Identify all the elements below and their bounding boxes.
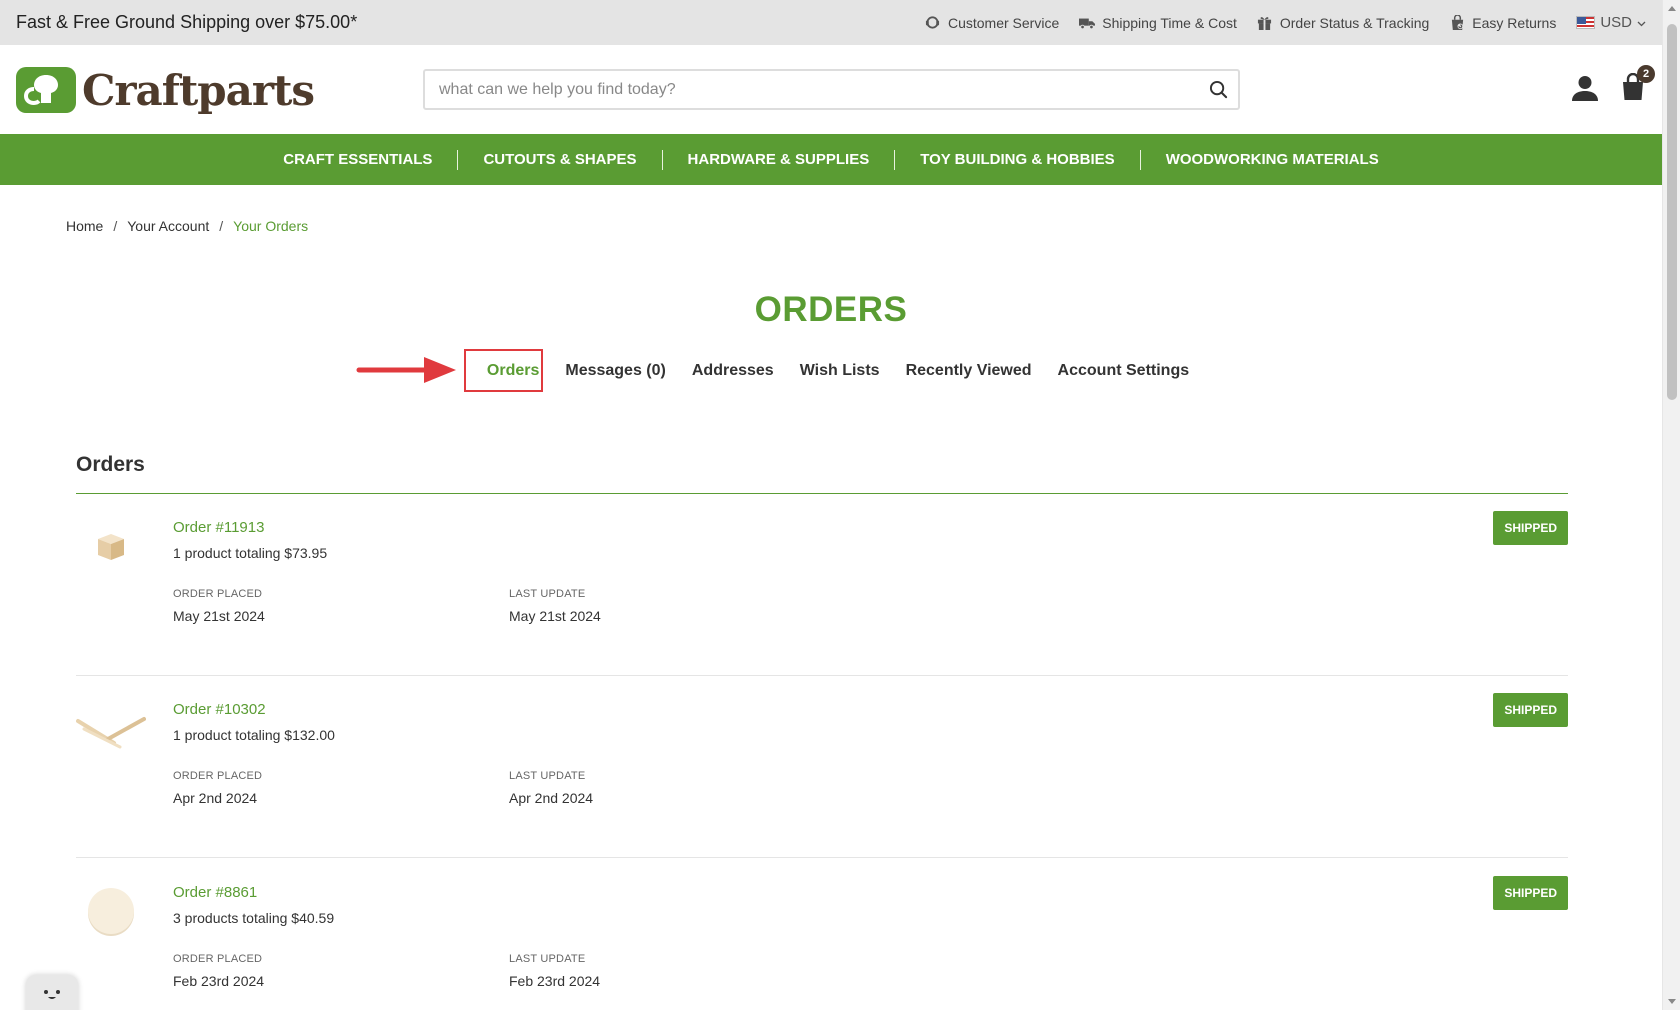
- account-button[interactable]: [1571, 75, 1599, 106]
- annotation-highlight-box: [464, 349, 543, 392]
- tab-account-settings[interactable]: Account Settings: [1045, 362, 1203, 380]
- headset-icon: [925, 15, 941, 31]
- nav-cutouts-shapes[interactable]: CUTOUTS & SHAPES: [458, 151, 661, 168]
- tab-wish-lists[interactable]: Wish Lists: [787, 362, 893, 380]
- last-update-label: LAST UPDATE: [509, 770, 586, 782]
- currency-label: USD: [1600, 14, 1632, 31]
- return-bag-icon: [1449, 14, 1465, 31]
- nav-craft-essentials[interactable]: CRAFT ESSENTIALS: [258, 151, 457, 168]
- scroll-up-icon[interactable]: [1668, 6, 1676, 11]
- order-total: 3 products totaling $40.59: [173, 910, 335, 926]
- order-number-link[interactable]: Order #11913: [173, 519, 264, 536]
- page-title: ORDERS: [754, 290, 908, 329]
- nav-hardware-supplies[interactable]: HARDWARE & SUPPLIES: [663, 151, 895, 168]
- breadcrumb-separator: /: [219, 218, 224, 234]
- site-logo[interactable]: Craftparts: [16, 65, 315, 115]
- order-placed-label: ORDER PLACED: [173, 588, 263, 600]
- status-badge: SHIPPED: [1493, 511, 1568, 545]
- order-status-tracking-label: Order Status & Tracking: [1279, 14, 1430, 31]
- status-badge: SHIPPED: [1493, 693, 1568, 727]
- easy-returns-link[interactable]: Easy Returns: [1449, 14, 1557, 31]
- order-placed-date: May 21st 2024: [173, 608, 265, 624]
- currency-selector[interactable]: USD: [1576, 14, 1646, 31]
- truck-icon: [1079, 15, 1096, 31]
- shipping-time-cost-link[interactable]: Shipping Time & Cost: [1079, 15, 1237, 31]
- status-badge: SHIPPED: [1493, 876, 1568, 910]
- product-thumbnail[interactable]: [76, 882, 146, 942]
- us-flag-icon: [1576, 16, 1596, 29]
- logo-text: Craftparts: [82, 65, 315, 115]
- tab-messages[interactable]: Messages (0): [552, 362, 679, 380]
- order-placed-date: Feb 23rd 2024: [173, 973, 265, 989]
- order-row: Order #10302 1 product totaling $132.00 …: [76, 677, 1568, 858]
- shipping-time-cost-label: Shipping Time & Cost: [1102, 14, 1237, 31]
- user-icon: [1572, 76, 1598, 101]
- breadcrumb-home[interactable]: Home: [66, 218, 103, 234]
- order-total: 1 product totaling $73.95: [173, 545, 328, 561]
- order-placed-date: Apr 2nd 2024: [173, 790, 258, 806]
- search-icon: [1209, 80, 1227, 99]
- tab-recently-viewed[interactable]: Recently Viewed: [893, 362, 1045, 380]
- category-nav: CRAFT ESSENTIALS CUTOUTS & SHAPES HARDWA…: [0, 134, 1662, 185]
- cart-button[interactable]: 2: [1621, 65, 1655, 106]
- order-placed-label: ORDER PLACED: [173, 953, 263, 965]
- last-update-date: Feb 23rd 2024: [509, 973, 601, 989]
- chevron-down-icon: [1637, 14, 1646, 31]
- site-header: Craftparts 2: [0, 45, 1662, 134]
- orders-section-title: Orders: [76, 453, 145, 476]
- annotation-arrow: [356, 357, 456, 383]
- product-thumbnail[interactable]: [76, 517, 146, 577]
- last-update-date: May 21st 2024: [509, 608, 601, 624]
- search-button[interactable]: [1198, 71, 1238, 108]
- logo-tree-icon: [16, 67, 76, 113]
- product-thumbnail[interactable]: [76, 699, 146, 759]
- tab-addresses[interactable]: Addresses: [679, 362, 787, 380]
- shipping-promo: Fast & Free Ground Shipping over $75.00*: [16, 12, 358, 32]
- nav-woodworking-materials[interactable]: WOODWORKING MATERIALS: [1141, 151, 1404, 168]
- top-bar: Fast & Free Ground Shipping over $75.00*…: [0, 0, 1662, 45]
- wood-dowels-image: [76, 717, 146, 749]
- search-input[interactable]: [425, 71, 1198, 108]
- breadcrumb-separator: /: [113, 218, 118, 234]
- page: Fast & Free Ground Shipping over $75.00*…: [0, 0, 1680, 1010]
- smiley-face-icon: [44, 990, 60, 999]
- order-number-link[interactable]: Order #10302: [173, 701, 266, 718]
- breadcrumb: Home / Your Account / Your Orders: [66, 218, 308, 234]
- search-box: [423, 69, 1240, 110]
- easy-returns-label: Easy Returns: [1472, 14, 1557, 31]
- order-number-link[interactable]: Order #8861: [173, 884, 257, 901]
- section-divider: [76, 493, 1568, 494]
- page-scrollbar[interactable]: [1662, 0, 1680, 1010]
- order-status-tracking-link[interactable]: Order Status & Tracking: [1257, 15, 1429, 31]
- utility-links: Customer Service Shipping Time & Cost Or…: [925, 14, 1646, 31]
- gift-icon: [1257, 15, 1273, 31]
- scroll-down-icon[interactable]: [1668, 999, 1676, 1004]
- cart-count-badge: 2: [1637, 65, 1655, 83]
- last-update-label: LAST UPDATE: [509, 588, 586, 600]
- breadcrumb-your-orders: Your Orders: [233, 218, 309, 234]
- order-placed-label: ORDER PLACED: [173, 770, 263, 782]
- nav-toy-building-hobbies[interactable]: TOY BUILDING & HOBBIES: [895, 151, 1139, 168]
- customer-service-label: Customer Service: [947, 14, 1060, 31]
- order-total: 1 product totaling $132.00: [173, 727, 335, 743]
- order-row: Order #11913 1 product totaling $73.95 O…: [76, 495, 1568, 676]
- customer-service-link[interactable]: Customer Service: [925, 15, 1059, 31]
- breadcrumb-your-account[interactable]: Your Account: [127, 218, 209, 234]
- chat-widget[interactable]: [26, 975, 78, 1010]
- last-update-date: Apr 2nd 2024: [509, 790, 594, 806]
- last-update-label: LAST UPDATE: [509, 953, 586, 965]
- account-tabs: Orders Messages (0) Addresses Wish Lists…: [0, 362, 1662, 380]
- wood-cube-image: [98, 534, 124, 560]
- order-row: Order #8861 3 products totaling $40.59 O…: [76, 860, 1568, 1010]
- scrollbar-thumb[interactable]: [1667, 24, 1677, 400]
- wood-circle-image: [88, 888, 134, 936]
